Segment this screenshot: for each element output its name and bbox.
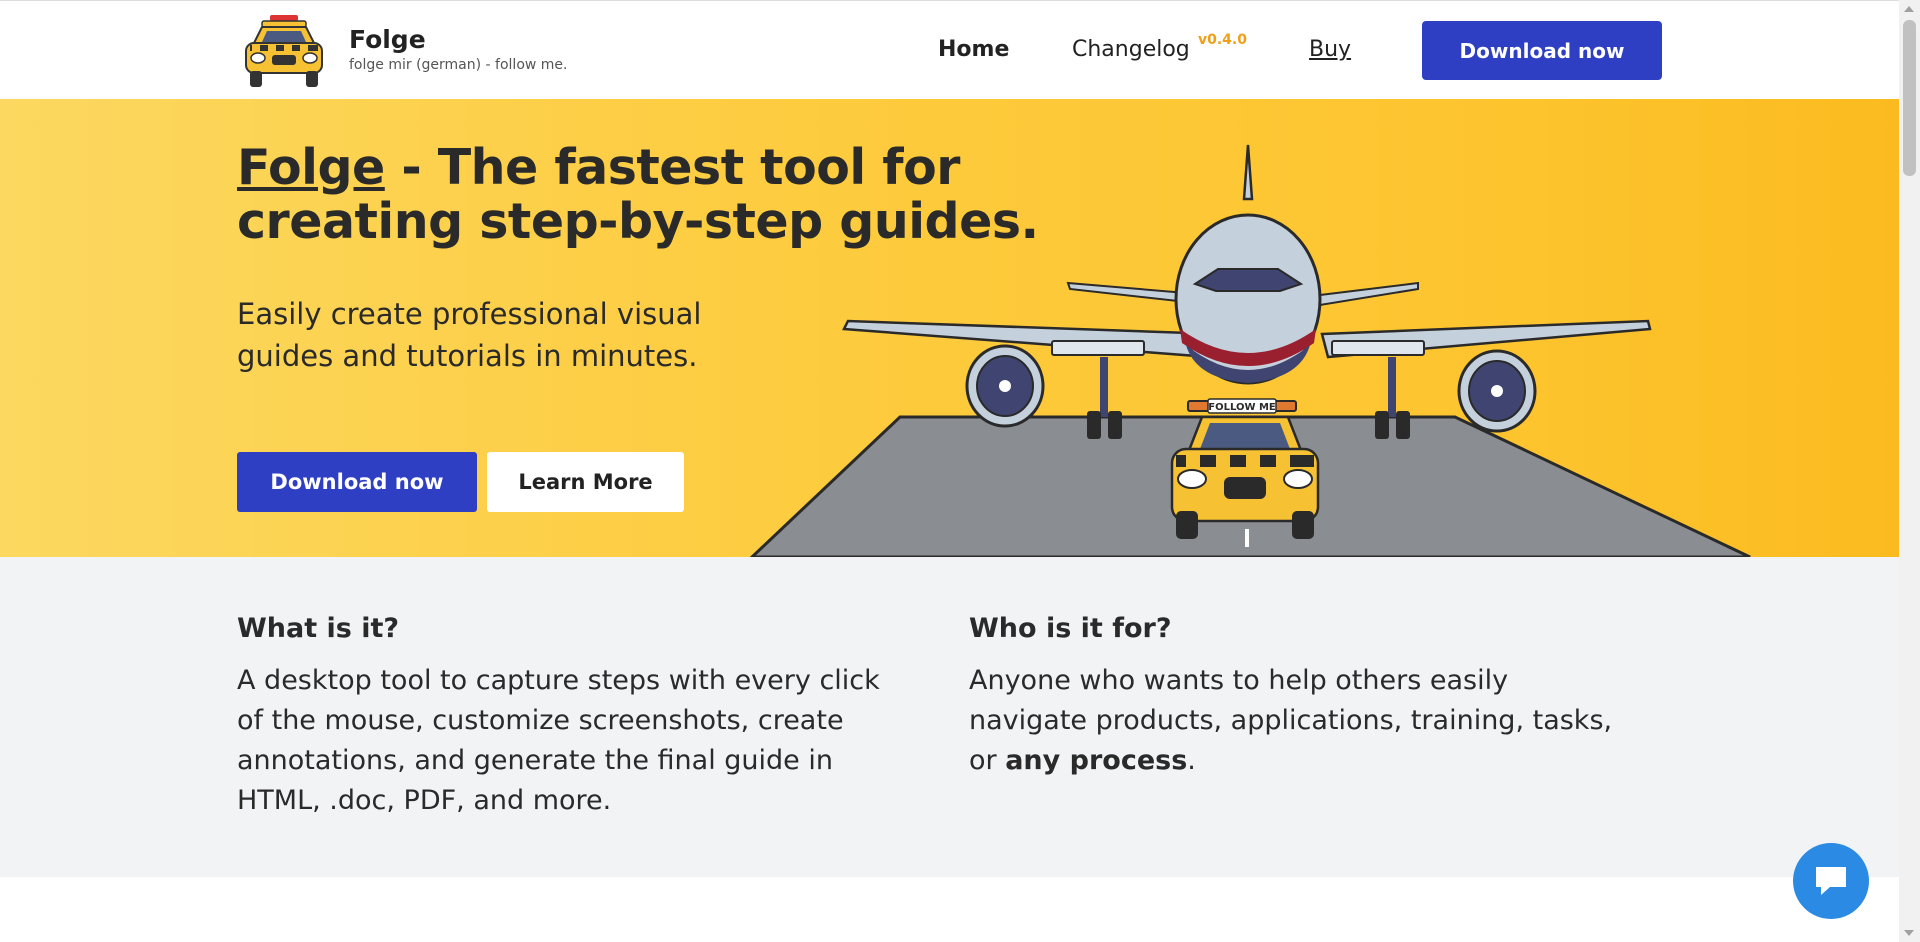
what-is-it-text: A desktop tool to capture steps with eve… <box>237 665 880 816</box>
page-scrollbar[interactable] <box>1899 0 1920 942</box>
site-header: Folge folge mir (german) - follow me. Ho… <box>0 0 1899 99</box>
who-text-emphasis: any process <box>1005 745 1188 776</box>
who-is-it-for-text: Anyone who wants to help others easily n… <box>969 661 1629 781</box>
version-badge: v0.4.0 <box>1198 32 1247 48</box>
who-is-it-for-heading: Who is it for? <box>969 613 1172 644</box>
logo-taxi-icon[interactable] <box>240 13 328 91</box>
airplane-follow-me-illustration: FOLLOW ME <box>749 144 1751 557</box>
scroll-up-arrow-icon[interactable] <box>1904 6 1914 12</box>
hero-title-brand[interactable]: Folge <box>237 139 385 196</box>
nav-home-link[interactable]: Home <box>938 37 1009 62</box>
who-text-end: . <box>1187 745 1196 776</box>
follow-me-sign: FOLLOW ME <box>1208 402 1276 413</box>
brand-tagline: folge mir (german) - follow me. <box>349 57 568 73</box>
what-is-it-heading: What is it? <box>237 613 400 644</box>
chat-bubble-icon <box>1816 867 1846 895</box>
brand-name: Folge <box>349 25 426 54</box>
nav-buy-link[interactable]: Buy <box>1309 37 1351 62</box>
scroll-thumb[interactable] <box>1903 20 1916 176</box>
header-download-button[interactable]: Download now <box>1422 21 1662 80</box>
chat-widget-button[interactable] <box>1793 843 1869 919</box>
hero-download-button[interactable]: Download now <box>237 452 477 512</box>
nav-changelog-link[interactable]: Changelog <box>1072 37 1190 62</box>
learn-more-button[interactable]: Learn More <box>487 452 684 512</box>
scroll-down-arrow-icon[interactable] <box>1904 930 1914 936</box>
hero-section: Folge - The fastest tool for creating st… <box>0 99 1899 557</box>
info-section: What is it? A desktop tool to capture st… <box>0 557 1899 877</box>
hero-subtitle: Easily create professional visual guides… <box>237 297 702 373</box>
